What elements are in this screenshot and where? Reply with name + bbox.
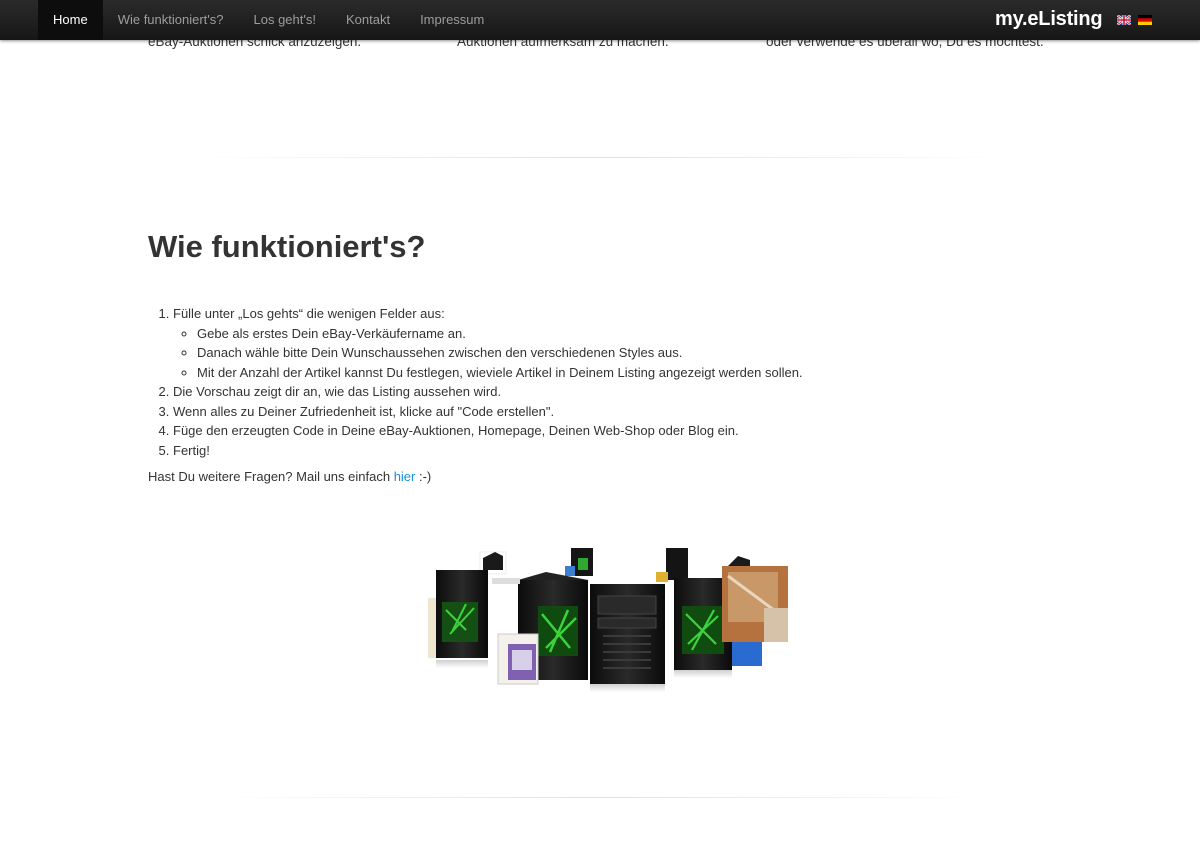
nav-item-get-started[interactable]: Los geht's! (239, 0, 331, 40)
thumb-small-2[interactable] (563, 546, 599, 580)
thumb-small-3[interactable] (653, 548, 693, 582)
step-item: Die Vorschau zeigt dir an, wie das Listi… (173, 382, 803, 402)
uk-flag-icon[interactable] (1117, 15, 1131, 25)
product-carousel[interactable] (428, 544, 798, 694)
step-item: Füge den erzeugten Code in Deine eBay-Au… (173, 421, 803, 441)
nav-item-how-it-works[interactable]: Wie funktioniert's? (103, 0, 239, 40)
section-title: Wie funktioniert's? (148, 229, 426, 264)
mail-link[interactable]: hier (394, 469, 416, 484)
step-item: Wenn alles zu Deiner Zufriedenheit ist, … (173, 402, 803, 422)
main-nav: Home Wie funktioniert's? Los geht's! Kon… (38, 0, 499, 40)
substep-item: Mit der Anzahl der Artikel kannst Du fes… (197, 363, 803, 383)
steps-list: Fülle unter „Los gehts“ die wenigen Feld… (148, 304, 803, 460)
substep-item: Gebe als erstes Dein eBay-Verkäufername … (197, 324, 803, 344)
section-divider-bottom (210, 797, 990, 798)
step-item: Fülle unter „Los gehts“ die wenigen Feld… (173, 304, 803, 382)
nav-item-imprint[interactable]: Impressum (405, 0, 499, 40)
section-divider (190, 157, 1010, 158)
step-item: Fertig! (173, 441, 803, 461)
product-image-1[interactable] (428, 570, 488, 668)
top-navbar: Home Wie funktioniert's? Los geht's! Kon… (0, 0, 1200, 40)
nav-item-home[interactable]: Home (38, 0, 103, 40)
contact-question: Hast Du weitere Fragen? Mail uns einfach… (148, 467, 431, 486)
step-1-sublist: Gebe als erstes Dein eBay-Verkäufername … (173, 324, 803, 383)
product-image-3[interactable] (590, 584, 665, 692)
de-flag-icon[interactable] (1138, 15, 1152, 25)
question-suffix: :-) (415, 469, 432, 484)
nav-item-contact[interactable]: Kontakt (331, 0, 405, 40)
product-image-5[interactable] (722, 566, 788, 642)
step-1-text: Fülle unter „Los gehts“ die wenigen Feld… (173, 306, 445, 321)
brand-logo[interactable]: my.eListing (995, 8, 1103, 31)
question-prefix: Hast Du weitere Fragen? Mail uns einfach (148, 469, 394, 484)
substep-item: Danach wähle bitte Dein Wunschaussehen z… (197, 343, 803, 363)
product-image-2[interactable] (488, 572, 593, 685)
